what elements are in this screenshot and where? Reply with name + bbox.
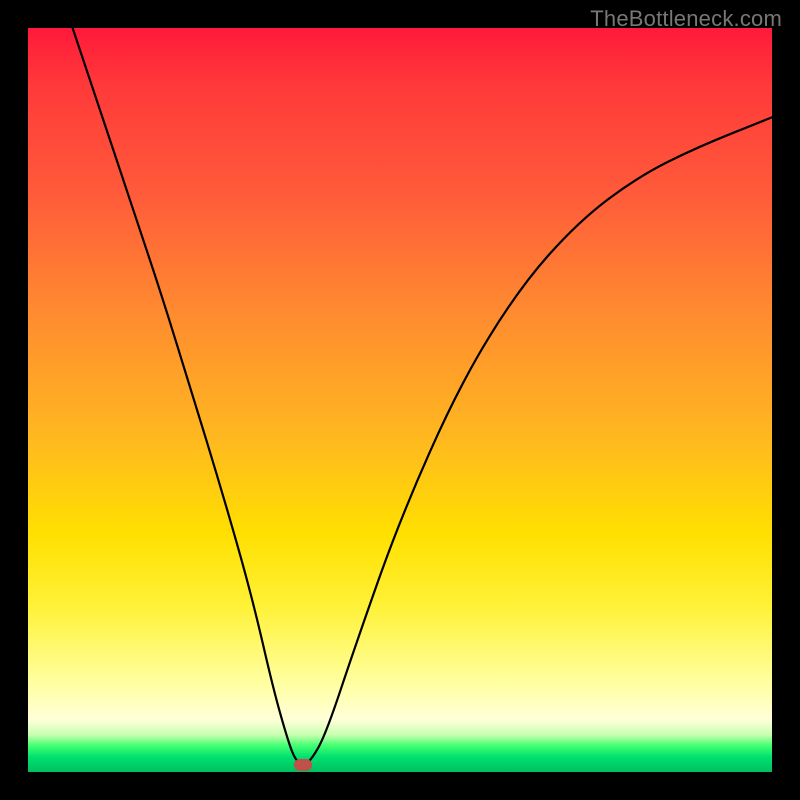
- minimum-marker: [294, 759, 312, 771]
- plot-area: [28, 28, 772, 772]
- bottleneck-curve: [28, 28, 772, 772]
- chart-stage: TheBottleneck.com: [0, 0, 800, 800]
